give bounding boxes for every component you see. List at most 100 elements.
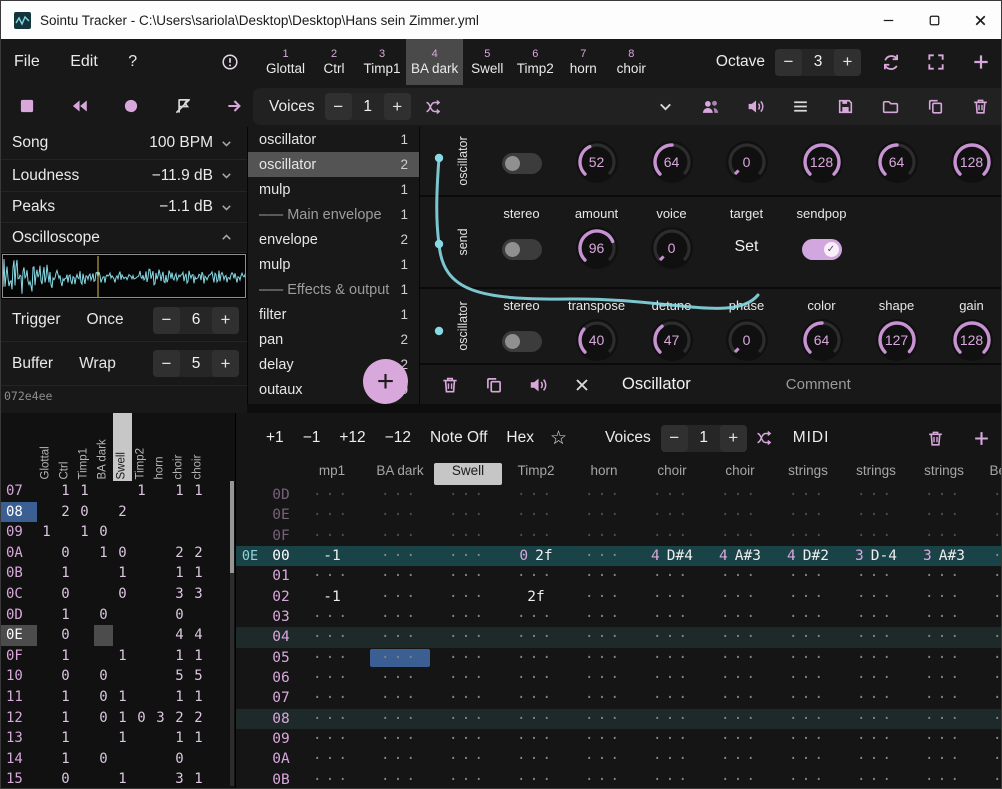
note-cell[interactable]: ···: [638, 690, 706, 706]
alert-icon[interactable]: [207, 39, 252, 85]
pattern-row-number[interactable]: 09: [1, 522, 37, 543]
note-cell[interactable]: ···: [638, 711, 706, 727]
track-header-choir[interactable]: choir: [638, 463, 706, 485]
note-cell[interactable]: ···: [842, 751, 910, 767]
pattern-cell[interactable]: 3: [170, 769, 189, 789]
note-cell[interactable]: ···: [434, 690, 502, 706]
track-header-strings[interactable]: strings: [842, 463, 910, 485]
note-cell[interactable]: ···: [774, 568, 842, 584]
note-cell[interactable]: ···: [366, 751, 434, 767]
note-cell[interactable]: ···: [298, 751, 366, 767]
note-cell[interactable]: ···: [774, 690, 842, 706]
pattern-cell[interactable]: [132, 502, 151, 523]
note-cell[interactable]: ···: [502, 711, 570, 727]
note-cell[interactable]: ···: [842, 629, 910, 645]
chevron-down-icon[interactable]: [643, 89, 688, 125]
note-cell[interactable]: ···: [434, 772, 502, 788]
note-cell[interactable]: ···: [366, 609, 434, 625]
song-row[interactable]: Song 100 BPM: [1, 127, 247, 160]
pattern-cell[interactable]: 1: [189, 769, 208, 789]
note-cell[interactable]: ···: [366, 670, 434, 686]
pattern-row-number[interactable]: 10: [1, 666, 37, 687]
oscilloscope-header[interactable]: Oscilloscope: [1, 223, 247, 253]
note-cell[interactable]: ···: [366, 589, 434, 605]
pattern-cell[interactable]: [94, 769, 113, 789]
note-cell[interactable]: ···: [298, 772, 366, 788]
comment-field[interactable]: Comment: [786, 376, 851, 393]
track-header-choir[interactable]: choir: [706, 463, 774, 485]
pattern-column-swell[interactable]: Swell: [115, 414, 130, 480]
knob[interactable]: 128: [949, 317, 995, 363]
pattern-cell[interactable]: [151, 563, 170, 584]
track-header-strings[interactable]: strings: [774, 463, 842, 485]
pattern-cell[interactable]: 2: [56, 502, 75, 523]
decrement-button[interactable]: −: [153, 307, 180, 334]
record-icon[interactable]: [120, 85, 142, 127]
note-cell[interactable]: 4D#4: [638, 548, 706, 564]
note-cell[interactable]: ···: [434, 589, 502, 605]
note-cell[interactable]: ···: [298, 650, 366, 666]
add-instrument-icon[interactable]: [958, 39, 1002, 85]
pattern-cell[interactable]: [113, 522, 132, 543]
instrument-tab-timp2[interactable]: 6Timp2: [511, 39, 559, 85]
knob[interactable]: 96: [574, 225, 620, 271]
folder-icon[interactable]: [868, 89, 913, 125]
note-cell[interactable]: ···: [298, 670, 366, 686]
pattern-cell[interactable]: [132, 563, 151, 584]
pattern-cell[interactable]: [75, 708, 94, 729]
pattern-cell[interactable]: [37, 584, 56, 605]
note-cell[interactable]: ···: [570, 690, 638, 706]
pattern-cell[interactable]: 0: [94, 605, 113, 626]
note-cell[interactable]: -1: [298, 589, 366, 605]
note-cell[interactable]: ···: [706, 487, 774, 503]
note-cell[interactable]: ···: [502, 670, 570, 686]
pattern-cell[interactable]: 0: [132, 708, 151, 729]
pattern-column-ba-dark[interactable]: BA dark: [96, 414, 111, 480]
pattern-cell[interactable]: 1: [170, 687, 189, 708]
note-cell[interactable]: ···: [978, 711, 1002, 727]
speaker-icon[interactable]: [733, 89, 778, 125]
pattern-column-horn[interactable]: horn: [153, 414, 168, 480]
note-cell[interactable]: ···: [570, 650, 638, 666]
pattern-cell[interactable]: [151, 502, 170, 523]
pattern-cell[interactable]: 1: [56, 749, 75, 770]
track-header-swell[interactable]: Swell: [434, 463, 502, 485]
note-cell[interactable]: ···: [502, 528, 570, 544]
note-cell[interactable]: ···: [434, 731, 502, 747]
note-cell[interactable]: ···: [570, 548, 638, 564]
users-icon[interactable]: [688, 89, 733, 125]
note-cell[interactable]: ···: [298, 609, 366, 625]
note-cell[interactable]: ···: [978, 589, 1002, 605]
star-icon[interactable]: ☆: [550, 427, 567, 450]
pattern-cell[interactable]: [113, 605, 132, 626]
pattern-cell[interactable]: 1: [56, 646, 75, 667]
note-cell[interactable]: ···: [706, 609, 774, 625]
note-cell[interactable]: ···: [842, 711, 910, 727]
note-cell[interactable]: ···: [978, 629, 1002, 645]
note-cell[interactable]: ···: [434, 507, 502, 523]
note-cell[interactable]: ···: [298, 690, 366, 706]
instrument-tab-choir[interactable]: 8choir: [607, 39, 655, 85]
note-cell[interactable]: ···: [434, 751, 502, 767]
unit-list-item-filter[interactable]: filter1: [248, 302, 419, 327]
note-cell[interactable]: ···: [638, 487, 706, 503]
pattern-cell[interactable]: 1: [132, 481, 151, 502]
note-cell[interactable]: ···: [502, 609, 570, 625]
increment-button[interactable]: +: [212, 350, 239, 377]
track-header-ba-dark[interactable]: BA dark: [366, 463, 434, 485]
note-cell[interactable]: ···: [434, 528, 502, 544]
note-cell[interactable]: ···: [842, 487, 910, 503]
toolbar-button-hex[interactable]: Hex: [506, 429, 534, 447]
stop-icon[interactable]: [16, 85, 38, 127]
note-cell[interactable]: ···: [978, 690, 1002, 706]
note-cell[interactable]: ···: [774, 609, 842, 625]
note-cell[interactable]: ···: [570, 528, 638, 544]
pattern-cell[interactable]: 1: [56, 728, 75, 749]
note-cell[interactable]: ···: [842, 650, 910, 666]
note-cell[interactable]: ···: [502, 507, 570, 523]
pattern-cell[interactable]: 2: [113, 502, 132, 523]
pattern-cell[interactable]: 0: [94, 708, 113, 729]
note-cell[interactable]: ···: [842, 772, 910, 788]
pattern-cell[interactable]: [37, 666, 56, 687]
note-cell[interactable]: ···: [298, 528, 366, 544]
